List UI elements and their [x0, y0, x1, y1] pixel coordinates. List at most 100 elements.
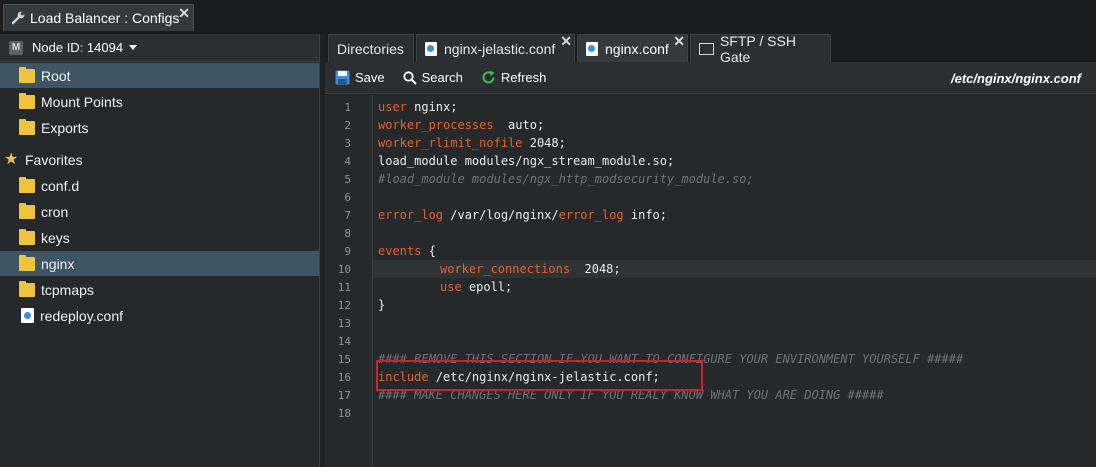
- line-number: 11: [337, 281, 351, 294]
- line-number: 4: [344, 155, 351, 168]
- code-keyword: error_log: [558, 208, 624, 222]
- refresh-label: Refresh: [500, 70, 547, 85]
- tree-item-redeploy-conf[interactable]: redeploy.conf: [0, 303, 319, 328]
- line-number: 15: [337, 353, 351, 366]
- line-number: 12: [337, 299, 351, 312]
- tree-item-label: conf.d: [41, 177, 80, 194]
- tab-nginx-conf[interactable]: nginx.conf ✕: [577, 33, 688, 62]
- code-line: worker_connections 2048;: [440, 262, 621, 276]
- tab-sftp-ssh-gate[interactable]: SFTP / SSH Gate: [690, 32, 831, 65]
- tree-item-label: cron: [41, 203, 69, 220]
- refresh-button[interactable]: Refresh: [481, 70, 547, 85]
- save-label: Save: [355, 70, 385, 85]
- node-label: Node ID: 14094: [32, 40, 124, 55]
- folder-icon: [19, 92, 35, 109]
- node-icon: M: [9, 40, 23, 55]
- tree-item-nginx[interactable]: nginx: [0, 251, 319, 276]
- line-number: 14: [337, 335, 351, 348]
- code-keyword: worker_processes: [378, 118, 494, 132]
- star-icon: ★: [4, 150, 19, 168]
- tab-directories[interactable]: Directories: [328, 34, 414, 62]
- code-text: 2048;: [570, 262, 621, 276]
- code-text: info;: [623, 208, 668, 222]
- code-keyword: use: [440, 280, 462, 294]
- line-number: 5: [344, 173, 351, 186]
- tab-label: nginx-jelastic.conf: [444, 40, 556, 57]
- file-icon: [425, 41, 437, 56]
- tree-item-label: Mount Points: [41, 93, 123, 110]
- code-comment: #load_module modules/ngx_http_modsecurit…: [378, 172, 754, 186]
- tree-item-root[interactable]: Root: [0, 63, 319, 88]
- code-line: user nginx;: [378, 100, 457, 114]
- tab-nginx-jelastic-conf[interactable]: nginx-jelastic.conf ✕: [416, 33, 575, 62]
- node-selector[interactable]: M Node ID: 14094: [0, 34, 319, 62]
- favorites-header[interactable]: ★ Favorites: [0, 147, 319, 172]
- tree-item-label: nginx: [41, 255, 75, 272]
- tree-item-exports[interactable]: Exports: [0, 115, 319, 140]
- save-icon: [335, 70, 350, 85]
- tree-item-label: keys: [41, 229, 70, 246]
- folder-icon: [19, 202, 35, 219]
- line-number: 17: [337, 389, 351, 402]
- tree-item-tcpmaps[interactable]: tcpmaps: [0, 277, 319, 302]
- close-icon[interactable]: ✕: [673, 33, 685, 50]
- code-line: events {: [378, 244, 436, 258]
- tree-item-cron[interactable]: cron: [0, 199, 319, 224]
- code-text: /var/log/nginx/: [443, 208, 559, 222]
- code-keyword: error_log: [378, 208, 444, 222]
- favorites-label: Favorites: [25, 151, 83, 168]
- code-line: }: [378, 298, 386, 312]
- file-path: /etc/nginx/nginx.conf: [950, 71, 1081, 86]
- terminal-icon: [699, 42, 714, 55]
- code-text: auto;: [493, 118, 545, 132]
- tab-label: nginx.conf: [605, 40, 669, 57]
- highlight-annotation: [376, 360, 703, 391]
- line-number: 7: [344, 209, 351, 222]
- code-keyword: worker_rlimit_nofile: [378, 136, 523, 150]
- line-number: 3: [344, 137, 351, 150]
- tree-item-label: Exports: [41, 119, 89, 136]
- wrench-icon: [11, 11, 25, 25]
- search-button[interactable]: Search: [403, 70, 463, 85]
- refresh-icon: [482, 70, 495, 84]
- line-number: 8: [344, 227, 351, 240]
- folder-icon: [19, 66, 35, 83]
- tree-item-keys[interactable]: keys: [0, 225, 319, 250]
- code-text: 2048;: [522, 136, 566, 150]
- tree-item-mount-points[interactable]: Mount Points: [0, 89, 319, 114]
- line-number: 10: [337, 263, 351, 276]
- search-label: Search: [421, 70, 463, 85]
- code-text: nginx;: [406, 100, 458, 114]
- tab-label: SFTP / SSH Gate: [719, 32, 796, 65]
- line-number: 6: [344, 191, 351, 204]
- window-tab-bar: Load Balancer : Configs ✕: [0, 0, 1096, 34]
- code-keyword: worker_connections: [440, 262, 571, 276]
- save-button[interactable]: Save: [335, 70, 385, 85]
- tab-label: Directories: [337, 40, 404, 57]
- line-number: 13: [337, 317, 351, 330]
- code-editor[interactable]: 1 2 3 4 5 6 7 8 9 10 11 12 13 14 15 16 1…: [325, 95, 1096, 467]
- code-line: error_log /var/log/nginx/error_log info;: [378, 208, 667, 222]
- file-icon: [586, 41, 598, 56]
- line-number: 16: [337, 371, 351, 384]
- close-icon[interactable]: ✕: [178, 5, 190, 22]
- tree-item-label: Root: [41, 67, 71, 84]
- line-number: 18: [337, 407, 351, 420]
- code-keyword: events: [378, 244, 422, 258]
- window-tab[interactable]: Load Balancer : Configs ✕: [3, 4, 194, 31]
- tree-item-conf-d[interactable]: conf.d: [0, 173, 319, 198]
- code-text: {: [421, 244, 436, 258]
- code-keyword: user: [378, 100, 407, 114]
- line-number: 9: [344, 245, 351, 258]
- code-line: worker_processes auto;: [378, 118, 544, 132]
- folder-icon: [19, 254, 35, 271]
- tree-item-label: tcpmaps: [41, 281, 94, 298]
- chevron-down-icon[interactable]: [129, 45, 138, 50]
- close-icon[interactable]: ✕: [560, 33, 572, 50]
- line-number: 1: [344, 101, 351, 114]
- code-line: load_module modules/ngx_stream_module.so…: [378, 154, 675, 168]
- code-text: epoll;: [461, 280, 513, 294]
- file-tree-panel: M Node ID: 14094 Root Mount Points Expor…: [0, 34, 320, 467]
- file-icon: [21, 308, 34, 323]
- code-line: worker_rlimit_nofile 2048;: [378, 136, 566, 150]
